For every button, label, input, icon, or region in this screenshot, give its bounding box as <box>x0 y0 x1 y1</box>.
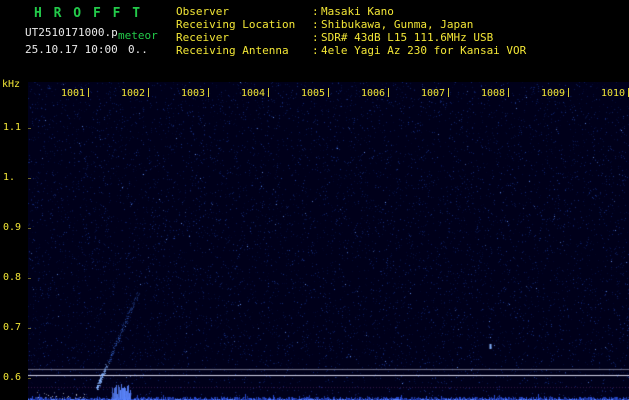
y-axis-tick-label: 0.8 <box>3 272 22 283</box>
output-filename: UT2510171000.png <box>25 26 131 39</box>
info-separator: : <box>312 18 319 31</box>
info-label: Receiving Antenna <box>176 44 289 57</box>
info-separator: : <box>312 44 319 57</box>
spectrogram-canvas <box>28 82 629 400</box>
info-row-antenna: Receiving Antenna:4ele Yagi Az 230 for K… <box>176 44 526 57</box>
info-value: Masaki Kano <box>321 5 394 18</box>
y-axis-unit: kHz <box>2 79 21 90</box>
info-row-location: Receiving Location: Shibukawa, Gunma, Jap… <box>176 18 526 31</box>
station-info: Observer: Masaki Kano Receiving Location:… <box>176 5 526 57</box>
info-row-receiver: Receiver: SDR# 43dB L15 111.6MHz USB <box>176 31 526 44</box>
y-axis-tick-label: 0.9 <box>3 222 22 233</box>
y-axis-tick-label: 0.6 <box>3 372 22 383</box>
info-label: Observer <box>176 5 229 18</box>
app-title: H R O F F T <box>34 6 143 21</box>
info-separator: : <box>312 5 319 18</box>
datetime-label: 25.10.17 10:00 <box>25 43 118 56</box>
mode-label: meteor <box>117 29 158 42</box>
info-value: Shibukawa, Gunma, Japan <box>321 18 474 31</box>
hrofft-output: H R O F F T UT2510171000.png meteor 25.1… <box>0 0 629 400</box>
y-axis-tick-label: 1.1 <box>3 122 22 133</box>
info-value: 4ele Yagi Az 230 for Kansai VOR <box>321 44 527 57</box>
y-axis-tick-label: 0.7 <box>3 322 22 333</box>
y-axis-tick-label: 1. <box>3 172 16 183</box>
info-label: Receiver <box>176 31 229 44</box>
info-row-observer: Observer: Masaki Kano <box>176 5 526 18</box>
info-value: SDR# 43dB L15 111.6MHz USB <box>321 31 494 44</box>
info-label: Receiving Location <box>176 18 296 31</box>
info-separator: : <box>312 31 319 44</box>
progress-indicator: 0.. <box>128 43 148 56</box>
